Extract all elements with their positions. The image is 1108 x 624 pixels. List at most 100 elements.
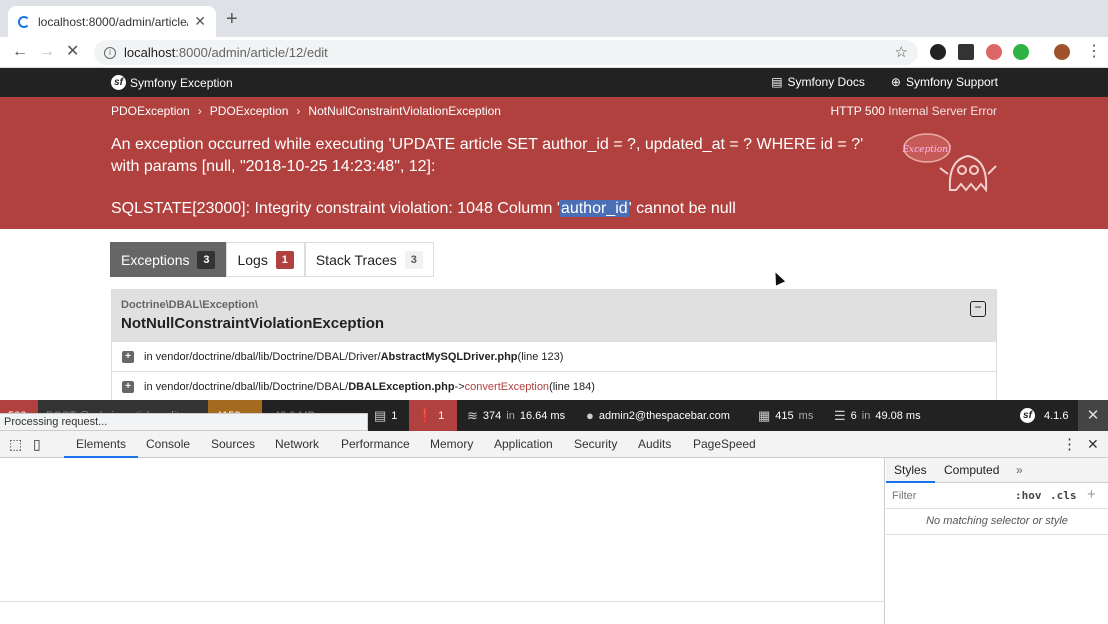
http-status: HTTP 500 Internal Server Error	[830, 104, 997, 118]
toolbar-twig[interactable]: ▦ 415 ms	[750, 400, 821, 431]
tab-label: Logs	[237, 251, 268, 268]
tab-stack-traces[interactable]: Stack Traces 3	[304, 242, 434, 277]
tab-label: Stack Traces	[315, 251, 397, 268]
layers-extension-icon[interactable]	[958, 44, 974, 60]
exception-tabs: Exceptions 3 Logs 1 Stack Traces 3	[110, 242, 434, 277]
exception-namespace: Doctrine\DBAL\Exception\	[121, 299, 258, 311]
http-status-code: HTTP 500	[830, 104, 885, 118]
toolbar-cache[interactable]: ≋ 374 in 16.64 ms	[459, 400, 573, 431]
browser-toolbar: ← → ✕ i localhost:8000/admin/article/12/…	[0, 37, 1108, 68]
toolbar-user[interactable]: ● admin2@thespacebar.com	[578, 400, 738, 431]
extension-icon[interactable]	[986, 44, 1002, 60]
chevron-right-icon: ›	[296, 104, 301, 118]
book-icon: ▤	[771, 75, 783, 89]
tab-title: localhost:8000/admin/article/1	[38, 14, 189, 29]
new-tab-button[interactable]: +	[226, 9, 238, 29]
grammarly-extension-icon[interactable]	[1013, 44, 1029, 60]
back-icon[interactable]: ←	[12, 42, 28, 62]
breadcrumb-item[interactable]: PDOException	[111, 104, 190, 118]
tab-performance[interactable]: Performance	[341, 431, 410, 458]
tab-pagespeed[interactable]: PageSpeed	[693, 431, 756, 458]
cls-toggle[interactable]: .cls	[1050, 489, 1077, 502]
forward-icon[interactable]: →	[39, 42, 55, 62]
stop-loading-icon[interactable]: ✕	[66, 42, 79, 62]
hov-toggle[interactable]: :hov	[1015, 489, 1042, 502]
devtools-menu-icon[interactable]: ⋮	[1062, 431, 1077, 458]
tab-computed[interactable]: Computed	[944, 458, 999, 483]
extension-icon[interactable]	[930, 44, 946, 60]
toolbar-symfony-version[interactable]: sf 4.1.6	[1012, 400, 1076, 431]
tab-network[interactable]: Network	[275, 431, 319, 458]
ghost-label: Exception!	[901, 145, 951, 155]
tab-elements[interactable]: Elements	[64, 431, 139, 458]
symfony-docs-link[interactable]: ▤ Symfony Docs	[771, 75, 865, 89]
database-icon: ☰	[834, 407, 846, 423]
breadcrumb-item[interactable]: PDOException	[210, 104, 289, 118]
styles-filter-input[interactable]	[888, 486, 1004, 506]
exception-class: NotNullConstraintViolationException	[121, 315, 385, 332]
count-badge: 1	[275, 250, 294, 269]
trace-line[interactable]: + in vendor/doctrine/dbal/lib/Doctrine/D…	[112, 371, 996, 401]
symfony-logo-icon: sf	[111, 75, 126, 90]
url-path: :8000/admin/article/12/edit	[175, 45, 328, 60]
add-rule-icon[interactable]: +	[1087, 486, 1096, 503]
more-tabs-icon[interactable]: »	[1016, 458, 1023, 483]
tab-sources[interactable]: Sources	[211, 431, 255, 458]
browser-tab-bar: localhost:8000/admin/article/1 ✕ +	[0, 0, 1108, 37]
no-matching-styles-message: No matching selector or style	[926, 515, 1068, 527]
trace-function: convertException	[464, 380, 550, 393]
alert-icon: ❗	[417, 407, 434, 423]
tab-audits[interactable]: Audits	[638, 431, 671, 458]
expand-icon[interactable]: +	[122, 350, 134, 363]
elements-panel[interactable]	[0, 458, 885, 624]
url-host: localhost	[124, 45, 176, 60]
site-info-icon[interactable]: i	[104, 46, 116, 59]
profile-avatar[interactable]	[1054, 44, 1070, 60]
tab-logs[interactable]: Logs 1	[226, 242, 305, 277]
tab-application[interactable]: Application	[494, 431, 553, 458]
breadcrumb-item[interactable]: NotNullConstraintViolationException	[308, 104, 501, 118]
template-icon: ▦	[758, 407, 771, 423]
bookmark-star-icon[interactable]: ☆	[895, 43, 908, 61]
symfony-logo-icon: sf	[1020, 408, 1035, 423]
toolbar-close-button[interactable]: ✕	[1078, 400, 1108, 431]
exception-message: An exception occurred while executing 'U…	[111, 136, 864, 175]
user-icon: ●	[586, 408, 594, 423]
tab-label: Exceptions	[121, 251, 190, 268]
tab-memory[interactable]: Memory	[430, 431, 473, 458]
symfony-brand: sf Symfony Exception	[111, 75, 233, 90]
tab-close-icon[interactable]: ✕	[194, 13, 206, 30]
chrome-menu-icon[interactable]: ⋮	[1086, 42, 1102, 62]
toolbar-database[interactable]: ☰ 6 in 49.08 ms	[826, 400, 929, 431]
clipboard-icon: ▤	[374, 407, 387, 423]
mouse-cursor-icon	[770, 270, 786, 286]
stack-trace-card: Doctrine\DBAL\Exception\ NotNullConstrai…	[111, 289, 997, 401]
breadcrumb: PDOException › PDOException › NotNullCon…	[111, 104, 501, 118]
chevron-right-icon: ›	[197, 104, 202, 118]
trace-file: DBALException.php	[348, 380, 455, 393]
symfony-header: sf Symfony Exception ▤ Symfony Docs ⊕ Symf…	[0, 68, 1108, 97]
http-status-text: Internal Server Error	[888, 104, 997, 118]
lifebuoy-icon: ⊕	[890, 75, 901, 89]
devtools-close-icon[interactable]: ✕	[1087, 431, 1099, 458]
browser-tab[interactable]: localhost:8000/admin/article/1 ✕	[8, 6, 216, 37]
trace-header[interactable]: Doctrine\DBAL\Exception\ NotNullConstrai…	[112, 290, 996, 341]
expand-icon[interactable]: +	[122, 380, 134, 393]
tab-styles[interactable]: Styles	[886, 458, 935, 483]
address-bar[interactable]: i localhost:8000/admin/article/12/edit ☆	[94, 40, 918, 65]
styles-filter-row: :hov .cls +	[886, 483, 1108, 509]
loading-spinner-icon	[18, 15, 30, 28]
symfony-support-link[interactable]: ⊕ Symfony Support	[891, 75, 998, 89]
tab-security[interactable]: Security	[574, 431, 617, 458]
styles-pane-tabs: Styles Computed »	[886, 458, 1108, 483]
tab-exceptions[interactable]: Exceptions 3	[110, 242, 227, 277]
device-toolbar-icon[interactable]: ▯	[33, 431, 41, 458]
trace-line[interactable]: + in vendor/doctrine/dbal/lib/Doctrine/D…	[112, 341, 996, 371]
trace-file: AbstractMySQLDriver.php	[380, 350, 518, 363]
collapse-icon[interactable]: −	[970, 301, 986, 317]
inspect-element-icon[interactable]: ⬚	[9, 431, 22, 458]
browser-status-bubble: Processing request...	[0, 413, 368, 431]
toolbar-forms[interactable]: ▤ 1	[366, 400, 405, 431]
toolbar-errors[interactable]: ❗ 1	[409, 400, 457, 431]
tab-console[interactable]: Console	[146, 431, 190, 458]
